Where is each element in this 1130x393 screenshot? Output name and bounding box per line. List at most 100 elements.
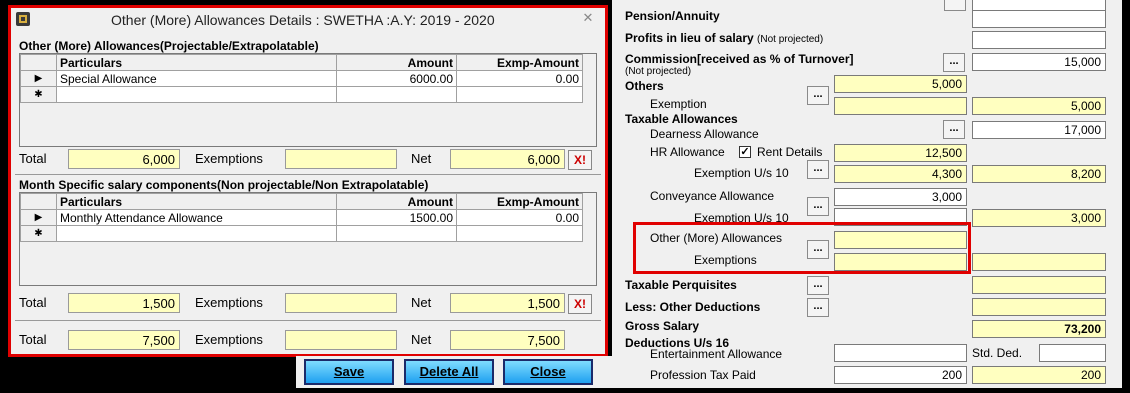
conveyance-exemption-button[interactable]: ... bbox=[807, 197, 829, 216]
section2-clear-button[interactable]: X! bbox=[568, 294, 592, 314]
exmp-amount-cell[interactable]: 0.00 bbox=[456, 70, 583, 87]
section2-total-field: 1,500 bbox=[68, 293, 180, 313]
others-net-field[interactable]: 5,000 bbox=[972, 97, 1106, 115]
save-button[interactable]: Save bbox=[304, 359, 394, 385]
profession-tax-net-field[interactable]: 200 bbox=[972, 366, 1106, 384]
col-particulars: Particulars bbox=[56, 54, 337, 71]
taxable-perquisites-label: Taxable Perquisites bbox=[625, 278, 737, 292]
col-amount: Amount bbox=[336, 193, 457, 210]
profession-tax-label: Profession Tax Paid bbox=[650, 368, 756, 382]
close-icon[interactable]: ✕ bbox=[577, 10, 599, 26]
grand-total-label: Total bbox=[19, 332, 47, 347]
std-ded-field[interactable] bbox=[1039, 344, 1106, 362]
hr-allowance-field[interactable]: 12,500 bbox=[834, 144, 967, 162]
grand-exemptions-field bbox=[285, 330, 397, 350]
others-field[interactable]: 5,000 bbox=[834, 75, 967, 93]
section2-exemptions-label: Exemptions bbox=[195, 295, 263, 310]
section1-exemptions-field bbox=[285, 149, 397, 169]
col-exmp-amount: Exmp-Amount bbox=[456, 54, 583, 71]
commission-note: (Not projected) bbox=[625, 66, 692, 77]
taxable-perquisites-button[interactable]: ... bbox=[807, 276, 829, 295]
section2-title: Month Specific salary components(Non pro… bbox=[19, 178, 429, 192]
section1-title: Other (More) Allowances(Projectable/Extr… bbox=[19, 39, 319, 53]
other-more-net-field[interactable] bbox=[972, 253, 1106, 271]
table-row[interactable]: ▶ Monthly Attendance Allowance 1500.00 0… bbox=[20, 209, 583, 226]
row-indicator-icon: ▶ bbox=[20, 209, 57, 226]
hr-exemption-label: Exemption U/s 10 bbox=[694, 166, 789, 180]
row-indicator-icon: ▶ bbox=[20, 70, 57, 87]
section2-net-field: 1,500 bbox=[450, 293, 565, 313]
dialog-title: Other (More) Allowances Details : SWETHA… bbox=[111, 12, 495, 28]
dialog-title-bar: Other (More) Allowances Details : SWETHA… bbox=[11, 8, 605, 32]
row-header-corner bbox=[20, 193, 57, 210]
section1-net-field: 6,000 bbox=[450, 149, 565, 169]
new-row-icon: ✱ bbox=[20, 86, 57, 103]
profits-label: Profits in lieu of salary (Not projected… bbox=[625, 31, 824, 45]
section1-clear-button[interactable]: X! bbox=[568, 150, 592, 170]
dearness-details-button[interactable]: ... bbox=[943, 120, 965, 139]
exmp-amount-cell[interactable] bbox=[456, 225, 583, 242]
taxable-perquisites-field[interactable] bbox=[972, 276, 1106, 294]
amount-cell[interactable] bbox=[336, 225, 457, 242]
other-allowances-dialog: Other (More) Allowances Details : SWETHA… bbox=[8, 5, 608, 357]
less-other-deductions-button[interactable]: ... bbox=[807, 298, 829, 317]
particulars-cell[interactable] bbox=[56, 86, 337, 103]
profession-tax-field[interactable]: 200 bbox=[834, 366, 967, 384]
others-exemption-field[interactable] bbox=[834, 97, 967, 115]
hr-exemption-button[interactable]: ... bbox=[807, 160, 829, 179]
commission-label: Commission[received as % of Turnover] bbox=[625, 52, 854, 66]
exmp-amount-cell[interactable] bbox=[456, 86, 583, 103]
less-other-deductions-label: Less: Other Deductions bbox=[625, 300, 761, 314]
row-header-corner bbox=[20, 54, 57, 71]
grand-net-label: Net bbox=[411, 332, 432, 347]
gross-salary-field: 73,200 bbox=[972, 320, 1106, 338]
particulars-cell[interactable]: Special Allowance bbox=[56, 70, 337, 87]
col-amount: Amount bbox=[336, 54, 457, 71]
pension-label: Pension/Annuity bbox=[625, 9, 720, 23]
gross-salary-label: Gross Salary bbox=[625, 319, 700, 333]
amount-cell[interactable]: 6000.00 bbox=[336, 70, 457, 87]
table-row-new[interactable]: ✱ bbox=[20, 86, 583, 103]
close-button[interactable]: Close bbox=[503, 359, 593, 385]
salary-details-panel: Pension/Annuity Profits in lieu of salar… bbox=[612, 0, 1122, 388]
hr-exemption-field[interactable]: 4,300 bbox=[834, 165, 967, 183]
section1-grid: Particulars Amount Exmp-Amount ▶ Special… bbox=[19, 53, 597, 147]
hr-net-field[interactable]: 8,200 bbox=[972, 165, 1106, 183]
section1-total-label: Total bbox=[19, 151, 47, 166]
profits-field[interactable] bbox=[972, 31, 1106, 49]
dearness-field[interactable]: 17,000 bbox=[972, 121, 1106, 139]
section2-exemptions-field bbox=[285, 293, 397, 313]
commission-details-button[interactable]: ... bbox=[943, 53, 965, 72]
commission-field[interactable]: 15,000 bbox=[972, 53, 1106, 71]
pension-field[interactable] bbox=[972, 10, 1106, 28]
dearness-label: Dearness Allowance bbox=[650, 127, 759, 141]
exmp-amount-cell[interactable]: 0.00 bbox=[456, 209, 583, 226]
divider bbox=[15, 320, 601, 321]
app-icon bbox=[16, 12, 30, 26]
taxable-allowances-label: Taxable Allowances bbox=[625, 112, 738, 126]
section2-net-label: Net bbox=[411, 295, 432, 310]
grand-total-field: 7,500 bbox=[68, 330, 180, 350]
particulars-cell[interactable] bbox=[56, 225, 337, 242]
conveyance-label: Conveyance Allowance bbox=[650, 189, 775, 203]
conveyance-net-field[interactable]: 3,000 bbox=[972, 209, 1106, 227]
amount-cell[interactable] bbox=[336, 86, 457, 103]
section1-exemptions-label: Exemptions bbox=[195, 151, 263, 166]
delete-all-button[interactable]: Delete All bbox=[404, 359, 494, 385]
pension-top-button[interactable] bbox=[944, 0, 966, 11]
conveyance-field[interactable]: 3,000 bbox=[834, 188, 967, 206]
rent-details-label: Rent Details bbox=[757, 145, 823, 159]
less-other-deductions-field[interactable] bbox=[972, 298, 1106, 316]
grand-net-field: 7,500 bbox=[450, 330, 565, 350]
amount-cell[interactable]: 1500.00 bbox=[336, 209, 457, 226]
std-ded-label: Std. Ded. bbox=[972, 346, 1023, 360]
rent-details-checkbox[interactable]: ✓ bbox=[739, 146, 751, 158]
table-row-new[interactable]: ✱ bbox=[20, 225, 583, 242]
other-more-allowances-highlight bbox=[633, 222, 971, 274]
others-exemption-label: Exemption bbox=[650, 97, 707, 111]
entertainment-field[interactable] bbox=[834, 344, 967, 362]
table-row[interactable]: ▶ Special Allowance 6000.00 0.00 bbox=[20, 70, 583, 87]
particulars-cell[interactable]: Monthly Attendance Allowance bbox=[56, 209, 337, 226]
new-row-icon: ✱ bbox=[20, 225, 57, 242]
others-details-button[interactable]: ... bbox=[807, 86, 829, 105]
